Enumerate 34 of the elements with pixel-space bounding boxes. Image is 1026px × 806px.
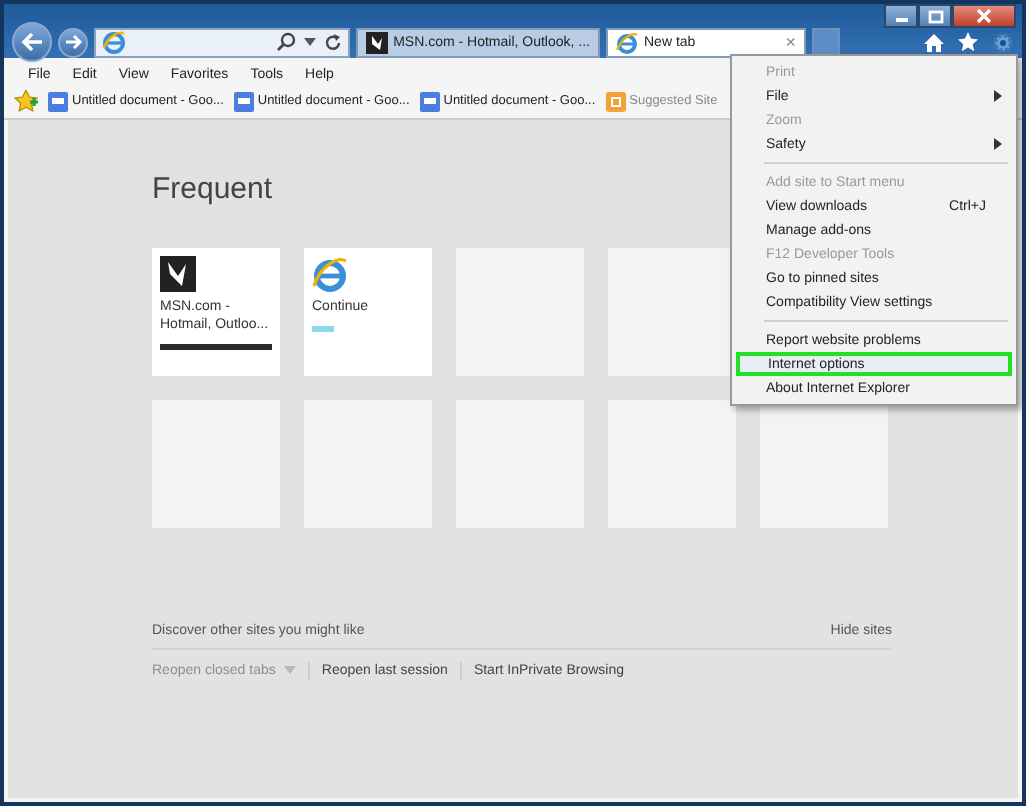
butterfly-icon: [160, 256, 196, 292]
dropdown-caret-icon[interactable]: [304, 38, 316, 46]
document-icon: [419, 91, 440, 111]
new-tab-button[interactable]: [812, 27, 840, 57]
close-button[interactable]: [952, 4, 1016, 28]
minimize-button[interactable]: [884, 4, 918, 28]
maximize-icon: [927, 9, 943, 23]
ie-logo-icon: [616, 31, 638, 53]
close-tab-button[interactable]: ×: [785, 32, 796, 52]
submenu-arrow-icon: [994, 138, 1002, 150]
search-icon[interactable]: [276, 32, 296, 52]
forward-button[interactable]: [58, 27, 88, 57]
address-bar[interactable]: [94, 27, 350, 57]
home-icon[interactable]: [924, 33, 944, 51]
suggested-sites-icon: [605, 91, 626, 111]
star-icon[interactable]: [958, 32, 978, 52]
ie-logo-icon: [102, 30, 126, 54]
settings-icon[interactable]: [992, 31, 1014, 53]
document-icon: [48, 91, 68, 111]
document-icon: [233, 91, 254, 111]
ie-logo-icon: [312, 256, 348, 292]
maximize-button[interactable]: [918, 4, 952, 28]
color-bar: [160, 344, 272, 350]
butterfly-icon: [366, 31, 388, 53]
color-bar: [312, 326, 334, 332]
submenu-arrow-icon: [994, 90, 1002, 102]
section-heading: Frequent: [152, 172, 273, 210]
refresh-icon[interactable]: [324, 33, 342, 51]
forward-arrow-icon: [63, 34, 83, 50]
back-arrow-icon: [20, 32, 44, 52]
close-icon: [976, 8, 992, 24]
favorites-star-icon[interactable]: [14, 90, 38, 112]
caret-icon: [283, 666, 296, 675]
back-button[interactable]: [12, 22, 52, 62]
